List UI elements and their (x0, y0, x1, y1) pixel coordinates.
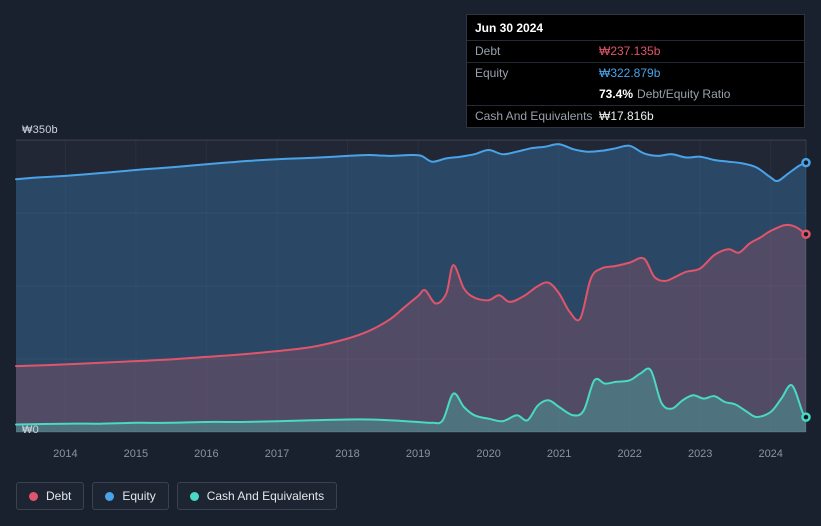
x-axis-label: 2018 (335, 448, 360, 460)
debt-series-dot-icon (29, 491, 38, 501)
y-axis-label-zero: ₩0 (22, 424, 39, 436)
x-axis-label: 2014 (53, 448, 78, 460)
x-axis-label: 2016 (194, 448, 219, 460)
tooltip-row-equity: Equity ₩322.879b (467, 63, 804, 84)
cash-end-marker[interactable] (801, 412, 811, 422)
tooltip-equity-value: ₩322.879b (599, 66, 661, 80)
tooltip-ratio-value: 73.4% Debt/Equity Ratio (599, 87, 731, 101)
x-axis-label: 2021 (546, 448, 572, 460)
tooltip: Jun 30 2024 Debt ₩237.135b Equity ₩322.8… (466, 14, 805, 128)
x-axis: 2014 2015 2016 2017 2018 2019 2020 2021 2022 2023… (0, 448, 821, 464)
debt-end-marker[interactable] (801, 229, 811, 239)
legend-item-equity[interactable]: Equity (92, 482, 169, 510)
legend: Debt Equity Cash And Equivalents (16, 482, 345, 510)
tooltip-row-ratio: 73.4% Debt/Equity Ratio (467, 84, 804, 106)
x-axis-label: 2015 (123, 448, 149, 460)
tooltip-row-debt: Debt ₩237.135b (467, 41, 804, 63)
x-axis-label: 2023 (687, 448, 713, 460)
legend-equity-label: Equity (122, 489, 156, 503)
x-axis-label: 2024 (758, 448, 783, 460)
tooltip-date: Jun 30 2024 (467, 15, 804, 41)
tooltip-debt-label: Debt (475, 44, 501, 58)
tooltip-ratio-spacer (475, 87, 599, 102)
debt-equity-history-panel: ₩350b ₩0 2014 2015 2016 2017 2018 2019 2020 202… (0, 0, 821, 526)
x-axis-label: 2022 (617, 448, 642, 460)
tooltip-cash-label: Cash And Equivalents (475, 109, 593, 123)
equity-series-dot-icon (105, 491, 115, 501)
tooltip-row-cash: Cash And Equivalents ₩17.816b (467, 106, 804, 127)
x-axis-label: 2019 (405, 448, 431, 460)
legend-cash-label: Cash And Equivalents (206, 489, 325, 503)
tooltip-equity-label: Equity (475, 66, 509, 80)
tooltip-debt-value: ₩237.135b (599, 44, 661, 58)
legend-debt-label: Debt (46, 489, 72, 503)
cash-series-dot-icon (189, 491, 199, 501)
tooltip-ratio-label: Debt/Equity Ratio (637, 87, 731, 101)
equity-end-marker[interactable] (801, 157, 811, 168)
x-axis-label: 2017 (264, 448, 290, 460)
legend-item-debt[interactable]: Debt (16, 482, 85, 510)
x-axis-label: 2020 (476, 448, 501, 460)
tooltip-cash-value: ₩17.816b (599, 109, 654, 123)
y-axis-label-max: ₩350b (22, 124, 58, 136)
legend-item-cash[interactable]: Cash And Equivalents (176, 482, 338, 510)
